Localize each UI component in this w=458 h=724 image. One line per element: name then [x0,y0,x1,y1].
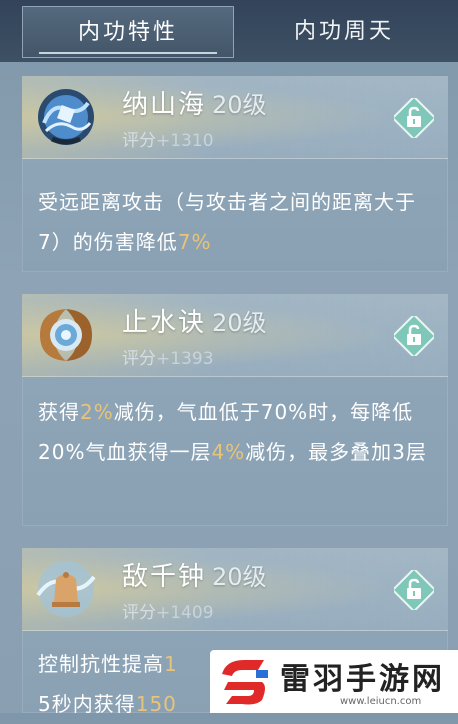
unlock-icon[interactable] [391,95,437,141]
water-shield-icon [32,301,100,369]
skill-card-header: 敌千钟 20级 评分+1409 [22,548,448,631]
skill-name: 纳山海 20级 [122,90,267,120]
unlock-icon[interactable] [391,313,437,359]
skill-description: 获得2%减伤，气血低于70%时，每降低20%气血获得一层4%减伤，最多叠加3层 [38,400,427,464]
skill-card-header: 止水诀 20级 评分+1393 [22,294,448,377]
skill-score: 评分+1310 [122,131,214,151]
wave-orb-icon [32,83,100,151]
skill-description: 受远距离攻击（与攻击者之间的距离大于7）的伤害降低7% [38,190,416,254]
skill-name: 止水诀 20级 [122,308,267,338]
tab-neigong-cycle[interactable]: 内功周天 [238,6,450,58]
skill-card-1[interactable]: 纳山海 20级 评分+1310 受远距离攻击（与攻击者之间的距离大于7）的伤害降低… [22,76,448,272]
bell-icon [32,555,100,623]
skill-level: 20级 [212,309,267,337]
skill-score: 评分+1393 [122,349,214,369]
watermark-url: www.leiucn.com [340,696,422,707]
watermark-title: 雷羽手游网 [280,662,445,697]
skill-name: 敌千钟 20级 [122,562,267,592]
watermark: 雷羽手游网 www.leiucn.com [210,650,458,713]
skill-card-2[interactable]: 止水诀 20级 评分+1393 获得2%减伤，气血低于70%时，每降低20%气血获… [22,294,448,526]
watermark-logo-icon [218,656,272,708]
tab-bar: 内功特性 内功周天 [0,0,458,62]
skill-level: 20级 [212,91,267,119]
skill-level: 20级 [212,563,267,591]
skill-card-header: 纳山海 20级 评分+1310 [22,76,448,159]
skill-score: 评分+1409 [122,603,214,623]
unlock-icon[interactable] [391,567,437,613]
tab-neigong-traits[interactable]: 内功特性 [22,6,234,58]
